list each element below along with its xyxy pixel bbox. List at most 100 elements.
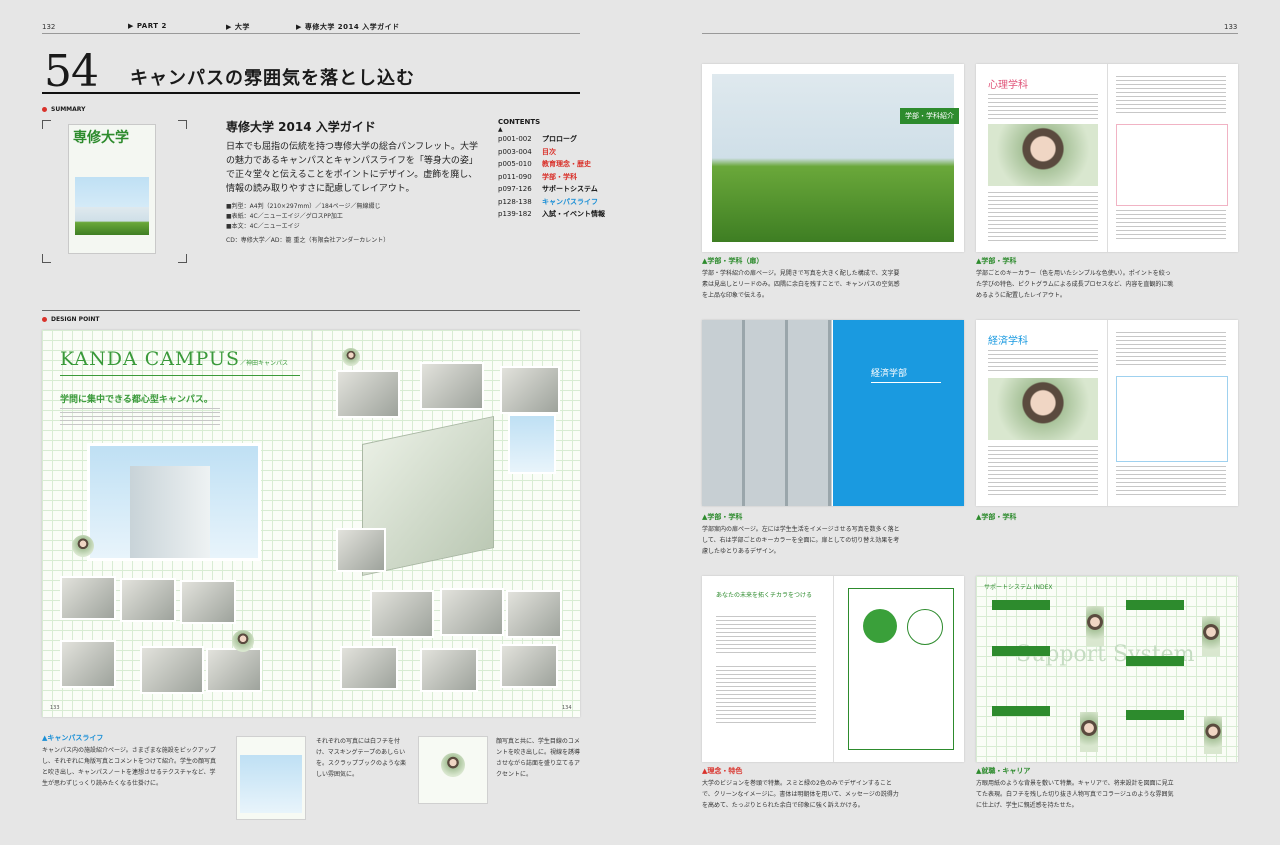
speech-bubble-note: 顔写真と共に、学生目線のコメントを吹き出しに。視線を誘導させながら誌面を盛り立て… <box>496 738 581 778</box>
header-rule-right <box>702 33 1238 34</box>
facility-photo <box>510 416 554 472</box>
tape-note: それぞれの写真には白フチを付け、マスキングテープのあしらいを。スクラップブックの… <box>316 738 407 778</box>
crop-mark <box>42 254 51 263</box>
summary-description: 日本でも屈指の伝統を持つ専修大学の総合パンフレット。大学の魅力であるキャンパスと… <box>226 142 479 194</box>
student-face-photo <box>232 630 254 652</box>
contents-title: 教育理念・歴史 <box>542 160 591 168</box>
facility-photo <box>442 590 502 634</box>
cover-lawn <box>75 207 149 235</box>
contents-item: p139-182 入試・イベント情報 <box>498 208 605 221</box>
brochure-cover: 専修大学 <box>68 124 156 254</box>
sample-caption-title: ▲理念・特色 <box>702 767 743 775</box>
campus-lawn-photo <box>712 74 954 242</box>
tower-shape <box>130 466 210 558</box>
spread-spine <box>311 330 312 717</box>
contents-item: p003-004 目次 <box>498 146 605 159</box>
student-portrait-photo <box>988 124 1098 186</box>
economics-heading: 経済学部 <box>871 369 908 379</box>
support-box <box>992 600 1050 610</box>
facility-photo <box>338 372 398 416</box>
contents-title: サポートシステム <box>542 185 598 193</box>
design-point-rule <box>42 310 580 311</box>
spread-lead-text <box>60 408 220 428</box>
vision-heading: あなたの未来を拓くチカラをつける <box>716 592 813 599</box>
body-text-lines <box>1116 332 1226 368</box>
detail-building-photo <box>240 755 302 813</box>
crop-mark <box>178 120 187 129</box>
campus-life-caption-title: ▲キャンパスライフ <box>42 734 104 742</box>
summary-specs: ■判型：A4判（210×297mm）／184ページ／無線綴じ ■表紙：4C／ニュ… <box>226 202 478 232</box>
spread-heading: 学問に集中できる都心型キャンパス。 <box>60 395 213 405</box>
facility-photo <box>62 642 114 686</box>
summary-credits: CD：専修大学／AD：籠 重之（有限会社アンダーカレント） <box>226 237 390 244</box>
facility-photo <box>142 648 202 692</box>
spread-page-number-right: 134 <box>562 705 572 711</box>
sample-spread-psychology: 心理学科 <box>976 64 1238 252</box>
globe-icon <box>863 609 897 643</box>
spec-format: ■判型：A4判（210×297mm）／184ページ／無線綴じ <box>226 203 381 210</box>
sample-caption-text: 学部・学科紹介の扉ページ。見開きで写真を大きく配した構成で、文字要素は見出しとリ… <box>702 270 900 299</box>
support-box <box>1126 600 1184 610</box>
spread-subtitle: ／神田キャンパス <box>240 360 289 367</box>
facility-photo <box>62 578 114 618</box>
support-heading: サポートシステム INDEX <box>984 584 1053 591</box>
student-cutout-photo <box>1080 712 1098 752</box>
facility-photo <box>182 582 234 622</box>
facility-photo <box>502 368 558 412</box>
process-diagram <box>1116 376 1228 462</box>
contents-pages: p011-090 <box>498 172 532 181</box>
student-cutout-photo <box>1086 606 1104 646</box>
student-face-photo <box>72 535 94 557</box>
contents-title: 学部・学科 <box>542 172 577 181</box>
facility-photo <box>338 530 384 570</box>
summary-label: SUMMARY <box>42 106 85 113</box>
facility-photo <box>372 592 432 636</box>
chapter-title: キャンパスの雰囲気を落とし込む <box>130 68 415 89</box>
student-face-photo <box>342 348 360 366</box>
breadcrumb-category: ▶ 大学 <box>226 23 250 31</box>
sample-caption-text: 学部案内の扉ページ。左には学生生活をイメージさせる写真を数多く落として、右は学部… <box>702 526 900 555</box>
faculty-badge: 学部・学科紹介 <box>900 108 959 124</box>
heading-rule <box>871 382 941 383</box>
sample-caption-title: ▲学部・学科（扉） <box>702 257 764 265</box>
japan-map-icon <box>907 609 943 645</box>
campus-building-photo <box>90 446 258 558</box>
support-box <box>992 646 1050 656</box>
breadcrumb-title: ▶ 専修大学 2014 入学ガイド <box>296 23 400 31</box>
body-text-lines <box>1116 76 1226 116</box>
cover-title: 専修大学 <box>73 130 129 146</box>
student-cutout-photo <box>1204 716 1222 754</box>
vision-diagram <box>848 588 954 750</box>
contents-arrow: ▲ <box>498 126 503 133</box>
contents-title: 入試・イベント情報 <box>542 210 605 218</box>
page-number-left: 132 <box>42 23 56 31</box>
contents-pages: p097-126 <box>498 185 532 193</box>
breadcrumb-part: ▶ PART 2 <box>128 22 167 30</box>
spread-spine <box>1107 64 1108 252</box>
sample-caption-text: 大学のビジョンを巻頭で特集。スミと緑の2色のみでデザインすることで、クリーンなイ… <box>702 780 899 809</box>
page-number-right: 133 <box>1224 23 1238 31</box>
contents-pages: p128-138 <box>498 197 532 206</box>
contents-item: p001-002 プロローグ <box>498 133 605 146</box>
campus-life-caption-text: キャンパス内の施設紹介ページ。さまざまな施設をピックアップし、それぞれに角版写真… <box>42 747 217 787</box>
sample-caption-text: 学部ごとのキーカラー（色を用いたシンプルな色使い）。ポイントを絞った学びの特色、… <box>976 270 1174 299</box>
psychology-heading: 心理学科 <box>988 80 1028 91</box>
facility-photo <box>502 646 556 686</box>
detail-thumb-photo <box>236 736 306 820</box>
body-text-lines <box>988 94 1098 120</box>
sample-spread-economics-door: 経済学部 <box>702 320 964 506</box>
body-text-lines <box>716 666 816 726</box>
sample-caption-title: ▲就職・キャリア <box>976 767 1031 775</box>
spec-cover: ■表紙：4C／ニューエイジ／グロスPP加工 <box>226 213 343 220</box>
crop-mark <box>42 120 51 129</box>
facility-photo <box>508 592 560 636</box>
sample-spread-faculty-door: 学部・学科紹介 <box>702 64 964 252</box>
student-portrait-photo <box>988 378 1098 440</box>
student-cutout-photo <box>1202 616 1220 656</box>
chapter-rule <box>42 92 580 94</box>
contents-title: プロローグ <box>542 135 577 143</box>
body-text-lines <box>988 350 1098 374</box>
contents-title: キャンパスライフ <box>542 197 598 206</box>
detail-face-thumb <box>418 736 488 804</box>
economics-dept-heading: 経済学科 <box>988 336 1028 347</box>
